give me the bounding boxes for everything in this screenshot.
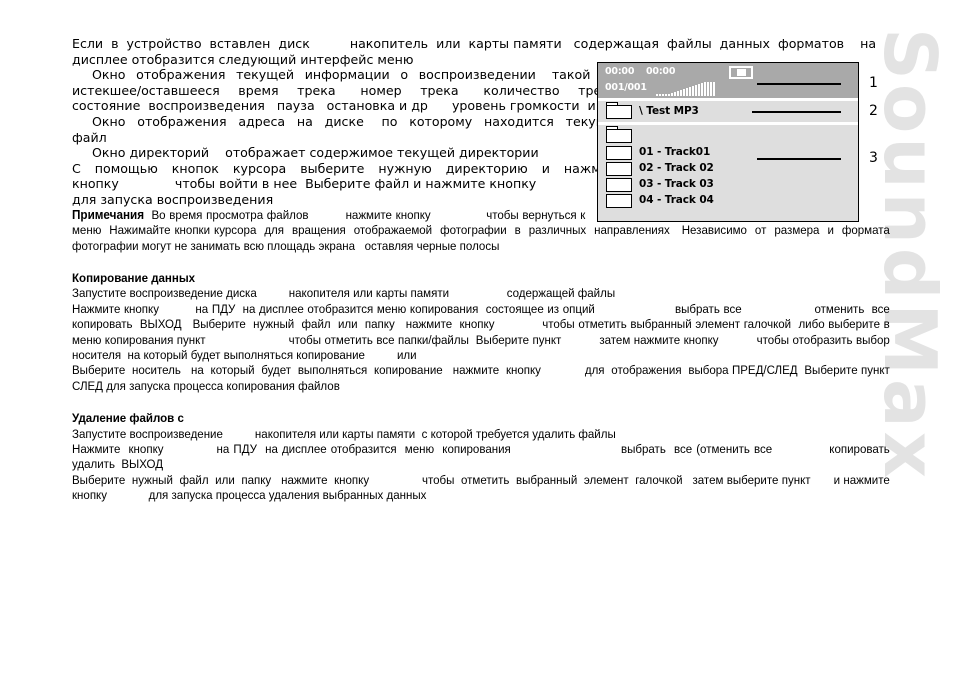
volume-bar (692, 86, 694, 96)
volume-bar (665, 94, 667, 96)
playback-status-bar: 00:00 00:00 001/001 (598, 63, 858, 98)
volume-bar (656, 94, 658, 96)
delete-section-line-3: Выберите нужный файл или папку нажмите к… (72, 472, 894, 503)
current-directory-path-label: \ Test MP3 (639, 105, 699, 117)
callout-number-1: 1 (869, 75, 878, 91)
volume-bar (713, 82, 715, 96)
callout-line-3 (757, 158, 841, 160)
copy-section-line-1: Запустите воспроизведение диска накопите… (72, 286, 616, 301)
directory-listing[interactable]: 01 - Track01 02 - Track 02 03 - Track 03 04… (598, 125, 858, 221)
volume-bar (677, 91, 679, 96)
list-item-label: 02 - Track 02 (639, 162, 714, 174)
list-item-label: 04 - Track 04 (639, 194, 714, 206)
volume-bar (707, 82, 709, 96)
list-item[interactable]: 03 - Track 03 (598, 177, 858, 193)
list-item-label: 03 - Track 03 (639, 178, 714, 190)
intro-line-1: Если в устройство вставлен диск накопите… (72, 36, 877, 51)
volume-bar (659, 94, 661, 96)
volume-bar (680, 90, 682, 96)
delete-section-line-2: Нажмите кнопку на ПДУ на дисплее отобраз… (72, 442, 929, 472)
elapsed-time: 00:00 (605, 66, 635, 77)
volume-bar (710, 82, 712, 96)
volume-bar (686, 88, 688, 96)
notes-heading: Примечания (72, 207, 145, 222)
volume-bar (701, 83, 703, 96)
callout-number-3: 3 (869, 150, 878, 166)
volume-bar (674, 92, 676, 96)
file-icon (606, 162, 632, 176)
list-item[interactable]: 02 - Track 02 (598, 161, 858, 177)
callout-line-1 (757, 83, 841, 85)
volume-bar (689, 87, 691, 96)
copy-section-line-2: Нажмите кнопку на ПДУ на дисплее отобраз… (72, 301, 942, 362)
volume-bar (671, 93, 673, 96)
delete-section-heading: Удаление файлов с (72, 411, 184, 426)
volume-level-meter (656, 82, 715, 96)
copy-section-line-3: Выберите носитель на который будет выпол… (72, 363, 894, 393)
volume-bar (683, 89, 685, 96)
total-time: 00:00 (646, 66, 676, 77)
list-item[interactable] (598, 125, 858, 145)
stop-icon (729, 66, 753, 79)
file-icon (606, 194, 632, 208)
folder-icon (606, 102, 632, 119)
copy-section-heading: Копирование данных (72, 270, 196, 285)
device-display-panel: 00:00 00:00 001/001 \ Test MP3 01 - Trac… (597, 62, 859, 222)
volume-bar (704, 82, 706, 96)
delete-section-line-1: Запустите воспроизведение накопителя или… (72, 426, 616, 441)
track-counter: 001/001 (605, 82, 647, 93)
volume-bar (698, 84, 700, 96)
file-icon (606, 178, 632, 192)
volume-bar (668, 94, 670, 96)
folder-icon (606, 126, 632, 143)
callout-number-2: 2 (869, 103, 878, 119)
file-icon (606, 146, 632, 160)
list-item[interactable]: 04 - Track 04 (598, 193, 858, 209)
volume-bar (695, 85, 697, 96)
volume-bar (662, 94, 664, 96)
callout-line-2 (752, 111, 841, 113)
list-item-label: 01 - Track01 (639, 146, 711, 158)
